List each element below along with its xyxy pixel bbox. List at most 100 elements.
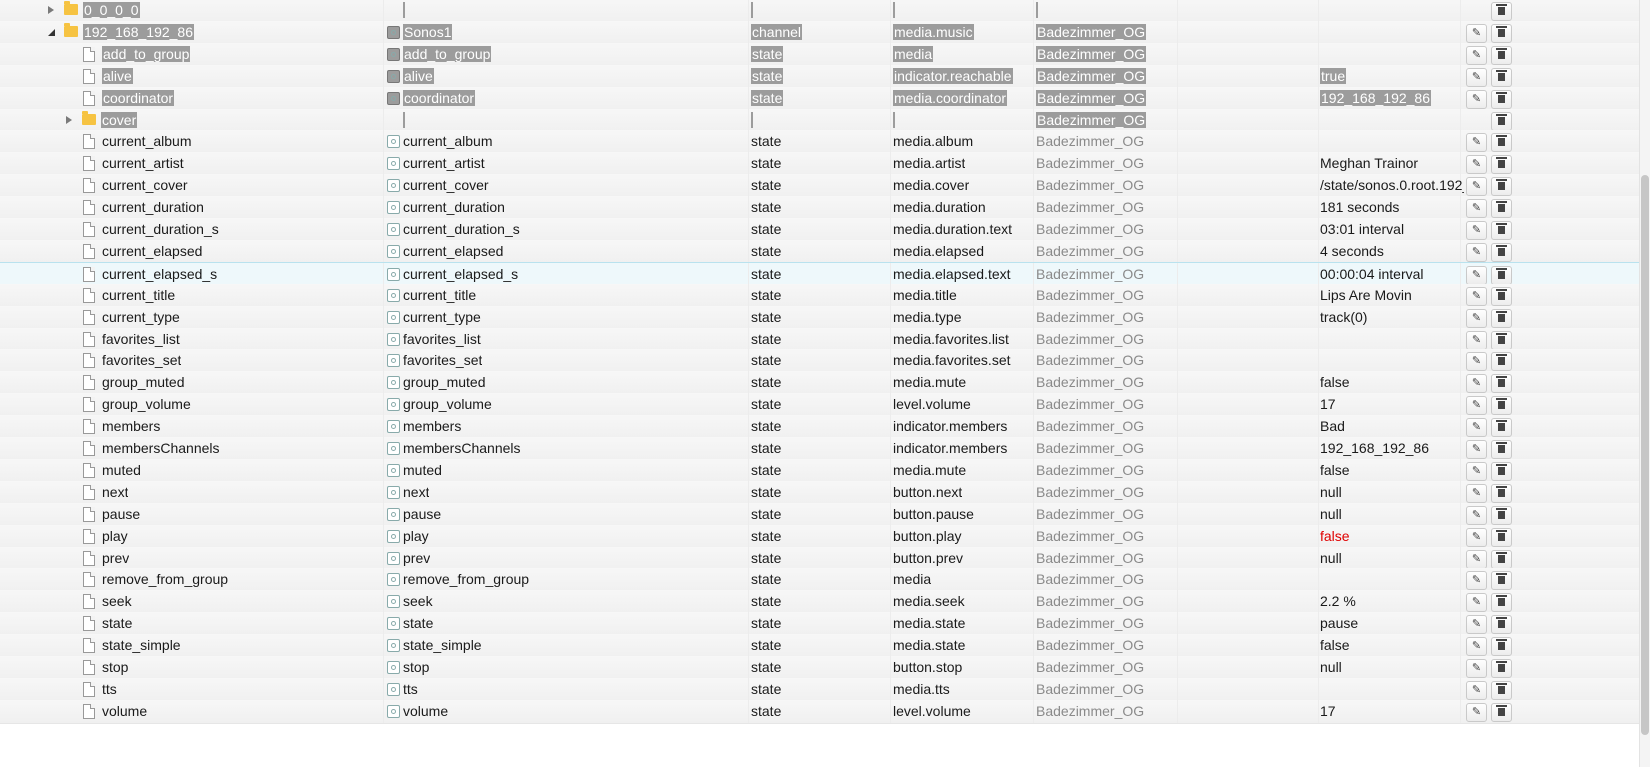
object-id[interactable]: current_cover <box>102 174 188 197</box>
delete-button[interactable] <box>1491 483 1512 503</box>
object-value[interactable]: null <box>1320 547 1464 570</box>
object-value[interactable]: 192_168_192_86 <box>1320 87 1464 110</box>
object-value[interactable] <box>1320 568 1464 591</box>
edit-button[interactable]: ✎ <box>1466 308 1487 328</box>
object-value[interactable]: 181 seconds <box>1320 196 1464 219</box>
object-value[interactable] <box>1320 43 1464 66</box>
object-id[interactable]: current_album <box>102 130 192 153</box>
edit-button[interactable]: ✎ <box>1466 659 1487 678</box>
table-row[interactable]: group_volume group_volume state level.volum… <box>0 393 1640 418</box>
edit-button[interactable]: ✎ <box>1466 155 1487 175</box>
expanded-arrow-icon[interactable] <box>48 28 55 36</box>
collapsed-arrow-icon[interactable] <box>66 115 72 124</box>
table-row[interactable]: current_title current_title state media.tit… <box>0 283 1640 308</box>
table-row[interactable]: tts tts state media.tts Badezimmer_OG ✎ <box>0 677 1640 702</box>
table-row[interactable]: play play state button.play Badezimmer_OG fal… <box>0 524 1640 549</box>
object-id[interactable]: favorites_set <box>102 349 181 372</box>
object-value[interactable] <box>1320 109 1464 132</box>
edit-button[interactable]: ✎ <box>1466 571 1487 591</box>
object-value[interactable]: 2.2 % <box>1320 590 1464 613</box>
edit-button[interactable]: ✎ <box>1466 505 1487 525</box>
object-id[interactable]: current_duration_s <box>102 218 219 241</box>
edit-button[interactable]: ✎ <box>1466 89 1487 109</box>
object-value[interactable] <box>1320 21 1464 44</box>
object-id[interactable]: muted <box>102 459 141 482</box>
table-row[interactable]: next next state button.next Badezimmer_OG nul… <box>0 480 1640 505</box>
edit-button[interactable]: ✎ <box>1466 461 1487 481</box>
tree-folder-row[interactable]: 192_168_192_86 Sonos1 channel media.music Ba… <box>0 20 1640 45</box>
table-row[interactable]: current_type current_type state media.type B… <box>0 305 1640 330</box>
edit-button[interactable]: ✎ <box>1466 374 1487 394</box>
edit-button[interactable]: ✎ <box>1466 23 1487 43</box>
object-id[interactable]: cover <box>101 109 138 132</box>
delete-button[interactable] <box>1491 680 1512 700</box>
table-row[interactable]: current_cover current_cover state media.cov… <box>0 174 1640 199</box>
delete-button[interactable] <box>1491 352 1512 372</box>
object-id[interactable]: prev <box>102 547 129 570</box>
edit-button[interactable]: ✎ <box>1466 177 1487 197</box>
edit-button[interactable]: ✎ <box>1466 418 1487 438</box>
object-id[interactable]: members <box>102 415 160 438</box>
object-value[interactable]: Lips Are Movin <box>1320 284 1464 307</box>
edit-button[interactable]: ✎ <box>1466 702 1487 722</box>
delete-button[interactable] <box>1491 2 1512 21</box>
table-row[interactable]: alive alive state indicator.reachable Badezi… <box>0 64 1640 89</box>
object-value[interactable]: false <box>1320 459 1464 482</box>
object-value[interactable]: Meghan Trainor <box>1320 152 1464 175</box>
delete-button[interactable] <box>1491 23 1512 43</box>
table-row[interactable]: remove_from_group remove_from_group state m… <box>0 568 1640 593</box>
object-id[interactable]: pause <box>102 503 140 526</box>
object-id[interactable]: coordinator <box>102 87 175 110</box>
delete-button[interactable] <box>1491 702 1512 722</box>
edit-button[interactable]: ✎ <box>1466 483 1487 503</box>
edit-button[interactable]: ✎ <box>1466 242 1487 262</box>
object-value[interactable]: false <box>1320 634 1464 657</box>
edit-button[interactable]: ✎ <box>1466 615 1487 635</box>
table-row[interactable]: prev prev state button.prev Badezimmer_OG nul… <box>0 546 1640 571</box>
delete-button[interactable] <box>1491 111 1512 131</box>
table-row[interactable]: favorites_set favorites_set state media.fav… <box>0 349 1640 374</box>
object-value[interactable]: track(0) <box>1320 306 1464 329</box>
object-value[interactable]: 192_168_192_86 <box>1320 437 1464 460</box>
table-row[interactable]: current_artist current_artist state media.a… <box>0 152 1640 177</box>
table-row[interactable]: favorites_list favorites_list state media.f… <box>0 327 1640 352</box>
tree-folder-row[interactable]: 0_0_0_0 <box>0 0 1640 23</box>
object-id[interactable]: favorites_list <box>102 328 180 351</box>
object-id[interactable]: seek <box>102 590 132 613</box>
edit-button[interactable]: ✎ <box>1466 637 1487 657</box>
object-value[interactable]: 4 seconds <box>1320 240 1464 263</box>
object-id[interactable]: current_type <box>102 306 180 329</box>
table-row[interactable]: members members state indicator.members Bade… <box>0 415 1640 440</box>
delete-button[interactable] <box>1491 374 1512 394</box>
object-value[interactable]: Bad <box>1320 415 1464 438</box>
object-value[interactable]: 17 <box>1320 700 1464 723</box>
object-value[interactable]: 17 <box>1320 393 1464 416</box>
delete-button[interactable] <box>1491 199 1512 219</box>
delete-button[interactable] <box>1491 396 1512 416</box>
object-id[interactable]: play <box>102 525 128 548</box>
object-value[interactable]: false <box>1320 525 1464 548</box>
object-value[interactable]: pause <box>1320 612 1464 635</box>
object-id[interactable]: current_title <box>102 284 175 307</box>
object-id[interactable]: current_elapsed_s <box>102 263 217 286</box>
object-id[interactable]: stop <box>102 656 128 679</box>
object-value[interactable] <box>1320 678 1464 701</box>
delete-button[interactable] <box>1491 242 1512 262</box>
object-value[interactable] <box>1320 328 1464 351</box>
delete-button[interactable] <box>1491 505 1512 525</box>
delete-button[interactable] <box>1491 418 1512 438</box>
object-id[interactable]: alive <box>102 65 133 88</box>
edit-button[interactable]: ✎ <box>1466 45 1487 65</box>
delete-button[interactable] <box>1491 461 1512 481</box>
delete-button[interactable] <box>1491 89 1512 109</box>
object-value[interactable]: null <box>1320 503 1464 526</box>
edit-button[interactable]: ✎ <box>1466 527 1487 547</box>
delete-button[interactable] <box>1491 67 1512 87</box>
table-row[interactable]: current_album current_album state media.alb… <box>0 130 1640 155</box>
object-id[interactable]: current_artist <box>102 152 184 175</box>
delete-button[interactable] <box>1491 527 1512 547</box>
vertical-scrollbar[interactable] <box>1639 0 1650 767</box>
table-row[interactable]: coordinator coordinator state media.coordin… <box>0 86 1640 111</box>
delete-button[interactable] <box>1491 637 1512 657</box>
delete-button[interactable] <box>1491 265 1512 285</box>
